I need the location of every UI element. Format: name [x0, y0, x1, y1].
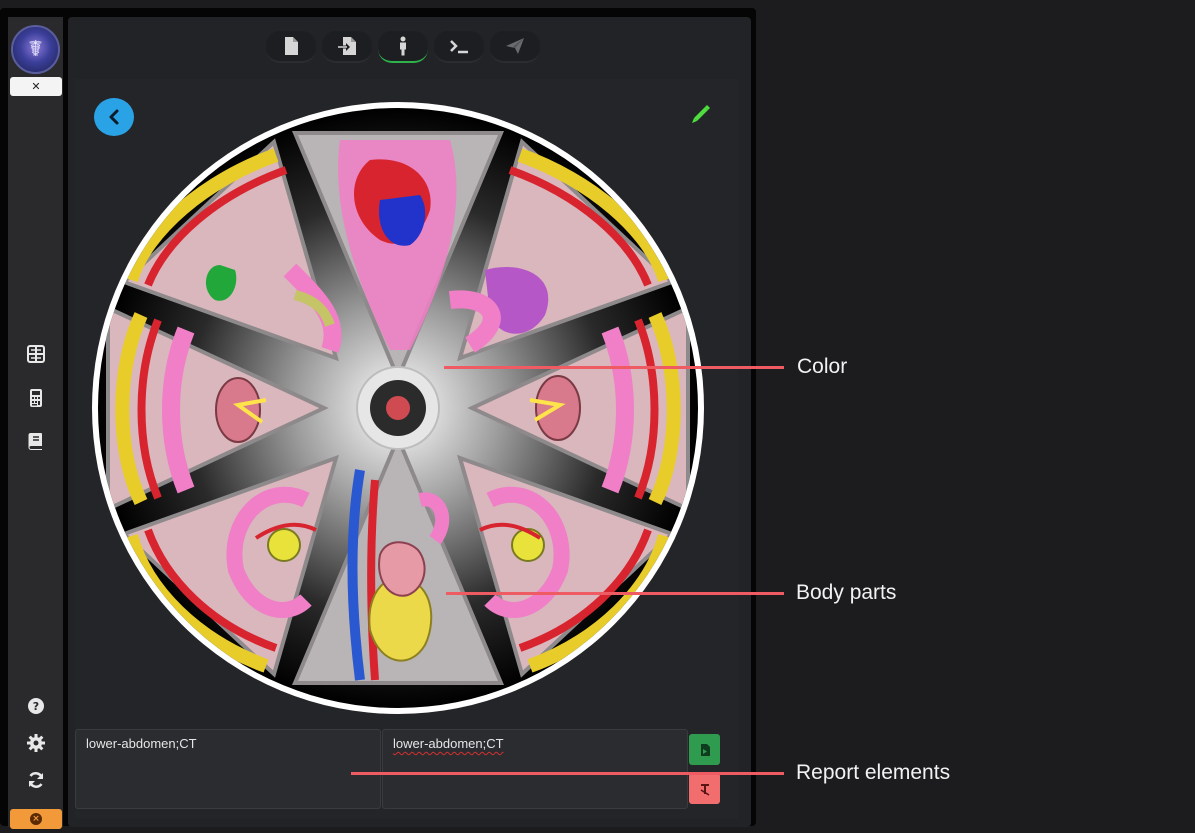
- person-icon: [400, 36, 406, 56]
- refresh-icon[interactable]: [20, 767, 52, 793]
- color-selector-button[interactable]: [356, 366, 440, 450]
- annotation-line-report-elements: [351, 772, 784, 775]
- tab-terminal[interactable]: [434, 31, 484, 63]
- report-text-left[interactable]: lower-abdomen;CT: [75, 729, 381, 809]
- calculator-icon[interactable]: [20, 385, 52, 411]
- file-import-icon: [337, 37, 356, 55]
- remove-format-icon: [700, 783, 709, 796]
- tab-import[interactable]: [322, 31, 372, 63]
- collapse-button[interactable]: ✕: [10, 77, 62, 96]
- toolbar: [266, 31, 540, 65]
- annotation-label-report-elements: Report elements: [796, 761, 951, 784]
- sidebar: ☤ ✕ ? ×: [8, 17, 63, 829]
- report-text-right[interactable]: lower-abdomen;CT: [382, 729, 688, 809]
- close-button[interactable]: ×: [10, 809, 62, 829]
- report-text-left-value: lower-abdomen;CT: [86, 736, 197, 751]
- anatomy-wheel: [92, 102, 704, 714]
- tab-body[interactable]: [378, 31, 428, 63]
- annotation-label-color: Color: [797, 355, 848, 378]
- main-panel: lower-abdomen;CT lower-abdomen;CT: [68, 17, 751, 827]
- content-area: lower-abdomen;CT lower-abdomen;CT: [75, 79, 738, 819]
- annotation-line-color: [444, 366, 784, 369]
- gear-icon[interactable]: [20, 730, 52, 756]
- annotation-line-body-parts: [446, 592, 784, 595]
- file-icon: [285, 37, 298, 55]
- app-window: ☤ ✕ ? × lower-abdomen;CT lower-abdomen;C…: [0, 8, 756, 829]
- file-copy-icon: [700, 743, 710, 756]
- terminal-icon: [450, 40, 468, 54]
- tab-send[interactable]: [490, 31, 540, 63]
- table-list-icon[interactable]: [20, 341, 52, 367]
- book-icon[interactable]: [20, 428, 52, 454]
- help-icon[interactable]: ?: [20, 693, 52, 719]
- clear-format-button[interactable]: [689, 773, 720, 804]
- close-icon: ×: [30, 813, 42, 825]
- svg-text:?: ?: [33, 700, 39, 713]
- compress-icon: ✕: [31, 80, 41, 93]
- paper-plane-icon: [506, 38, 524, 54]
- report-text-right-value: lower-abdomen;CT: [393, 736, 504, 751]
- tab-document[interactable]: [266, 31, 316, 63]
- copy-report-button[interactable]: [689, 734, 720, 765]
- app-logo: ☤: [11, 25, 60, 74]
- annotation-label-body-parts: Body parts: [796, 581, 897, 604]
